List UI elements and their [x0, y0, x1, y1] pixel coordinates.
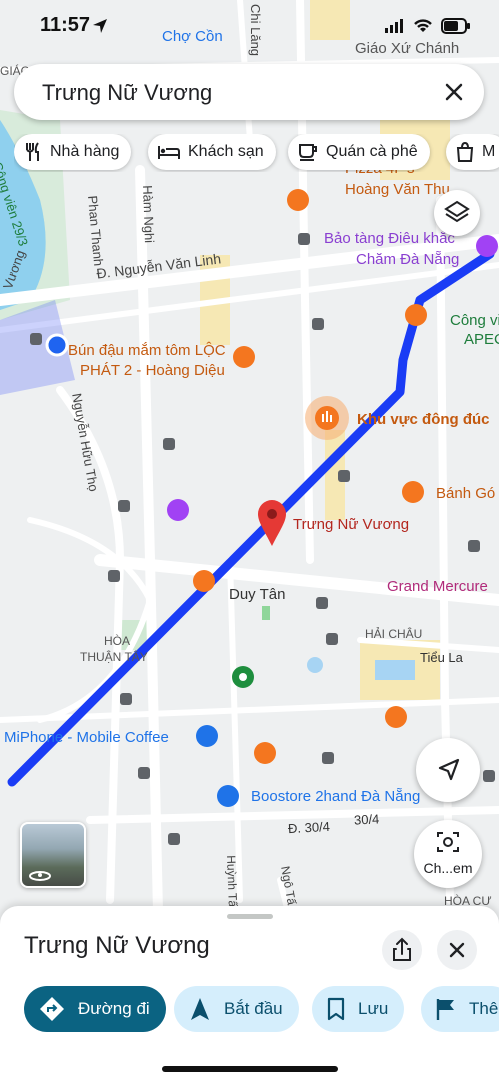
map-label-hai-chau: HẢI CHÂU [365, 627, 423, 641]
battery-icon [441, 18, 470, 34]
current-location-dot [45, 333, 69, 357]
street-view-thumbnail[interactable] [20, 822, 86, 888]
directions-button[interactable]: Đường đi [24, 986, 166, 1032]
flag-icon [436, 999, 454, 1020]
search-query[interactable]: Trưng Nữ Vương [42, 80, 212, 106]
park-poi-icon[interactable] [232, 666, 254, 688]
home-indicator [162, 1066, 338, 1072]
shop-poi-icon[interactable] [217, 785, 239, 807]
museum-poi-icon[interactable] [476, 235, 498, 257]
hotel-icon [158, 146, 180, 159]
restaurant-poi-icon[interactable] [193, 570, 215, 592]
map-label-bao-tang-2: Chăm Đà Nẵng [356, 251, 460, 268]
coffee-icon [299, 144, 317, 161]
status-bar: 11:57 [0, 0, 499, 52]
camera-scan-icon [437, 832, 459, 852]
bookmark-icon [327, 997, 345, 1021]
layers-button[interactable] [434, 190, 480, 236]
search-bar[interactable]: Trưng Nữ Vương [14, 64, 484, 120]
map-label-banh-go[interactable]: Bánh Gó [436, 485, 495, 502]
map-label-apec: APEC [464, 331, 499, 348]
street-view-rotate-icon [29, 871, 51, 881]
map-label-thuan-tay: THUẬN TÂY [80, 650, 148, 664]
scan-button[interactable]: Ch...em [414, 820, 482, 888]
directions-icon [40, 997, 64, 1021]
map-label-khu-vuc[interactable]: Khu vực đông đúc [357, 411, 490, 428]
map-label-30-4-a: Đ. 30/4 [287, 818, 331, 837]
map-label-miphone[interactable]: MiPhone - Mobile Coffee [4, 729, 169, 746]
scan-label: Ch...em [423, 860, 473, 876]
sheet-grab-handle[interactable] [227, 914, 273, 919]
chip-hotels[interactable]: Khách sạn [148, 134, 276, 170]
close-icon[interactable] [440, 78, 468, 106]
restaurant-poi-icon[interactable] [233, 346, 255, 368]
location-arrow-icon [93, 19, 107, 33]
share-icon [393, 937, 411, 961]
chip-coffee[interactable]: Quán cà phê [288, 134, 430, 170]
map-label-bun-dau[interactable]: Bún đậu mắm tôm LỘC [68, 342, 226, 359]
close-sheet-button[interactable] [437, 930, 477, 970]
map-label-grand-mercure[interactable]: Grand Mercure [387, 578, 488, 595]
restaurant-poi-icon[interactable] [254, 742, 276, 764]
church-poi-icon[interactable] [167, 499, 189, 521]
shopping-icon [456, 142, 474, 162]
place-bottom-sheet[interactable]: Trưng Nữ Vương Đường đi Bắt đầu Lưu Thê [0, 906, 499, 1080]
wifi-icon [414, 19, 432, 32]
map-label-huynh-tan: Huỳnh Tấ [224, 855, 240, 908]
restaurant-icon [26, 142, 39, 161]
place-title: Trưng Nữ Vương [24, 932, 210, 959]
coffee-poi-icon[interactable] [385, 706, 407, 728]
share-button[interactable] [382, 930, 422, 970]
layers-icon [444, 200, 470, 223]
map-label-ham-nghi: Hàm Nghi [140, 185, 158, 244]
map-label-hoa: HÒA [104, 634, 131, 648]
navigation-icon [191, 998, 209, 1020]
signal-icon [385, 19, 403, 33]
shop-poi-icon[interactable] [196, 725, 218, 747]
restaurant-poi-icon[interactable] [405, 304, 427, 326]
map-label-cong-vien-apec[interactable]: Công vi [450, 312, 499, 329]
add-label-button[interactable]: Thê [421, 986, 499, 1032]
save-button[interactable]: Lưu [312, 986, 405, 1032]
map-label-30-4-b: 30/4 [353, 811, 380, 828]
chip-restaurants[interactable]: Nhà hàng [14, 134, 132, 170]
start-button[interactable]: Bắt đầu [174, 986, 299, 1032]
my-location-button[interactable] [416, 738, 480, 802]
restaurant-poi-icon[interactable] [402, 481, 424, 503]
map-label-tieu-la: Tiểu La [420, 650, 463, 665]
map-label-boostore[interactable]: Boostore 2hand Đà Nẵng [251, 788, 420, 805]
category-chips: Nhà hàng Khách sạn Quán cà phê M [14, 134, 499, 172]
map-label-pin[interactable]: Trưng Nữ Vương [293, 516, 409, 533]
map-label-duy-tan: Duy Tân [229, 586, 286, 603]
chip-shopping[interactable]: M [446, 134, 499, 170]
map-label-bun-dau-2: PHÁT 2 - Hoàng Diệu [80, 362, 225, 379]
restaurant-poi-icon[interactable] [287, 189, 309, 211]
navigation-arrow-icon [438, 758, 460, 781]
status-time: 11:57 [40, 14, 91, 36]
close-icon [449, 942, 465, 958]
